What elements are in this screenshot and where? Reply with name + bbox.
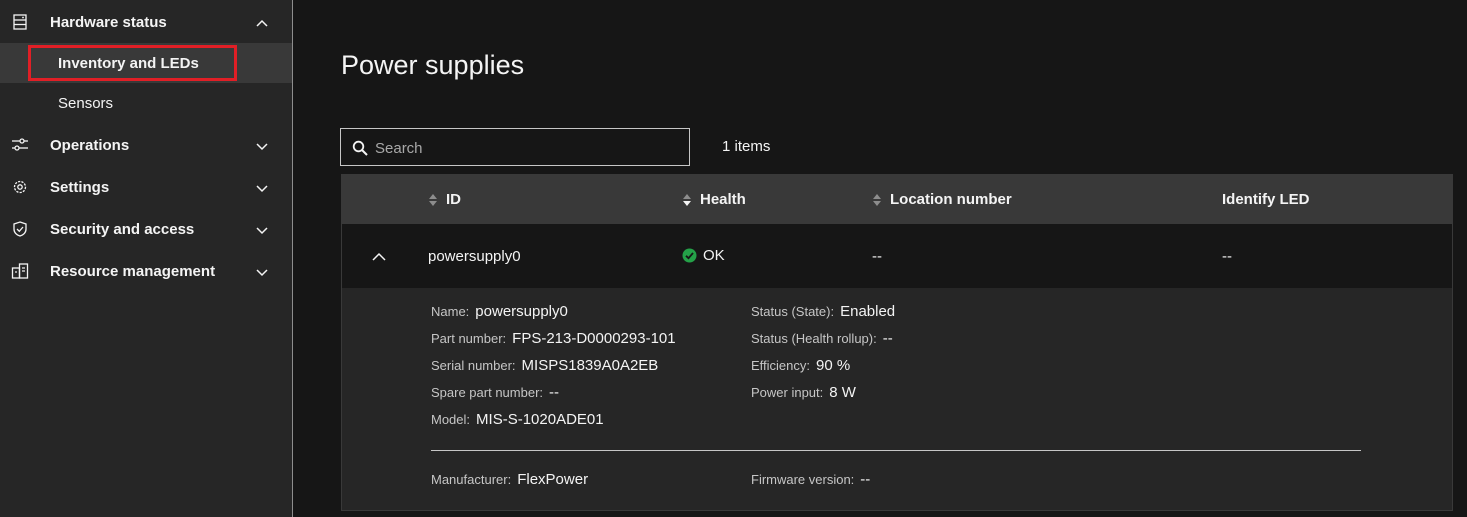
detail-value: MISPS1839A0A2EB	[521, 357, 659, 374]
detail-value: Enabled	[840, 303, 896, 320]
nav-security-access[interactable]: Security and access	[0, 208, 292, 250]
sidebar-item-sensors[interactable]: Sensors	[0, 83, 292, 123]
chevron-down-icon	[256, 185, 268, 193]
chevron-up-icon[interactable]	[371, 249, 387, 265]
detail-value: FlexPower	[517, 471, 589, 488]
detail-status-state: Status (State): Enabled	[751, 303, 895, 320]
sidebar: Hardware status Inventory and LEDs Senso…	[0, 0, 293, 517]
nav-settings-label: Settings	[50, 178, 110, 196]
detail-value: powersupply0	[475, 303, 568, 320]
detail-part-number: Part number: FPS-213-D0000293-101	[431, 330, 676, 347]
detail-label: Spare part number:	[431, 385, 544, 400]
shield-icon	[13, 221, 27, 237]
cell-health: OK	[682, 247, 725, 264]
detail-label: Status (State):	[751, 304, 835, 319]
search-box[interactable]	[340, 128, 690, 167]
page-title: Power supplies	[341, 50, 525, 80]
detail-model: Model: MIS-S-1020ADE01	[431, 411, 604, 428]
detail-label: Manufacturer:	[431, 472, 512, 487]
detail-value: MIS-S-1020ADE01	[476, 411, 604, 428]
sort-icon	[429, 193, 437, 206]
highlight-box	[28, 45, 237, 81]
nav-resource-management-label: Resource management	[50, 262, 216, 280]
column-header-label: Health	[700, 191, 746, 208]
detail-spare-part-number: Spare part number: --	[431, 384, 559, 401]
detail-firmware-version: Firmware version: --	[751, 471, 870, 488]
power-supplies-table: ID Health Location number Identify LED p…	[341, 174, 1453, 511]
detail-value: 90 %	[816, 357, 851, 374]
sidebar-item-label: Sensors	[58, 94, 114, 112]
check-circle-icon	[682, 248, 697, 263]
column-header-location[interactable]: Location number	[872, 191, 1012, 208]
nav-security-access-label: Security and access	[50, 220, 195, 238]
divider	[431, 450, 1361, 451]
items-count: 1 items	[722, 138, 771, 155]
cell-id: powersupply0	[428, 248, 521, 265]
nav-hardware-status-label: Hardware status	[50, 13, 167, 31]
detail-manufacturer: Manufacturer: FlexPower	[431, 471, 588, 488]
sort-icon	[873, 193, 881, 206]
chevron-down-icon	[256, 143, 268, 151]
detail-label: Model:	[431, 412, 471, 427]
health-status-text: OK	[703, 247, 725, 264]
column-header-label: Location number	[890, 191, 1012, 208]
nav-resource-management[interactable]: Resource management	[0, 250, 292, 292]
column-header-label: Identify LED	[1222, 191, 1310, 208]
detail-value: FPS-213-D0000293-101	[512, 330, 676, 347]
detail-name: Name: powersupply0	[431, 303, 568, 320]
server-icon	[13, 14, 27, 30]
detail-label: Status (Health rollup):	[751, 331, 877, 346]
search-icon	[352, 140, 368, 156]
detail-value: --	[882, 330, 893, 347]
column-header-health[interactable]: Health	[682, 191, 746, 208]
detail-label: Serial number:	[431, 358, 516, 373]
detail-label: Name:	[431, 304, 470, 319]
nav-operations-label: Operations	[50, 136, 130, 154]
resource-icon	[11, 263, 29, 279]
detail-efficiency: Efficiency: 90 %	[751, 357, 850, 374]
table-row[interactable]: powersupply0 OK -- --	[342, 224, 1452, 288]
nav-hardware-status[interactable]: Hardware status	[0, 1, 292, 43]
column-header-id[interactable]: ID	[428, 191, 461, 208]
detail-serial-number: Serial number: MISPS1839A0A2EB	[431, 357, 658, 374]
gear-icon	[13, 180, 27, 194]
column-header-identify-led: Identify LED	[1222, 191, 1310, 208]
column-header-label: ID	[446, 191, 461, 208]
main-content: Power supplies 1 items ID Health	[293, 0, 1467, 517]
chevron-down-icon	[256, 269, 268, 277]
cell-location: --	[872, 248, 882, 265]
detail-label: Efficiency:	[751, 358, 811, 373]
nav-operations[interactable]: Operations	[0, 124, 292, 166]
detail-value: 8 W	[829, 384, 856, 401]
cell-identify-led: --	[1222, 248, 1232, 265]
sort-descending-icon	[683, 193, 691, 206]
detail-label: Part number:	[431, 331, 507, 346]
detail-value: --	[549, 384, 560, 401]
detail-label: Firmware version:	[751, 472, 855, 487]
chevron-up-icon	[256, 19, 268, 27]
sliders-icon	[12, 138, 28, 151]
search-input[interactable]	[373, 129, 687, 167]
detail-value: --	[860, 471, 871, 488]
nav-settings[interactable]: Settings	[0, 166, 292, 208]
detail-power-input: Power input: 8 W	[751, 384, 856, 401]
detail-status-health-rollup: Status (Health rollup): --	[751, 330, 893, 347]
row-details: Name: powersupply0 Part number: FPS-213-D0…	[342, 288, 1452, 510]
detail-label: Power input:	[751, 385, 824, 400]
chevron-down-icon	[256, 227, 268, 235]
table-header: ID Health Location number Identify LED	[342, 175, 1452, 224]
